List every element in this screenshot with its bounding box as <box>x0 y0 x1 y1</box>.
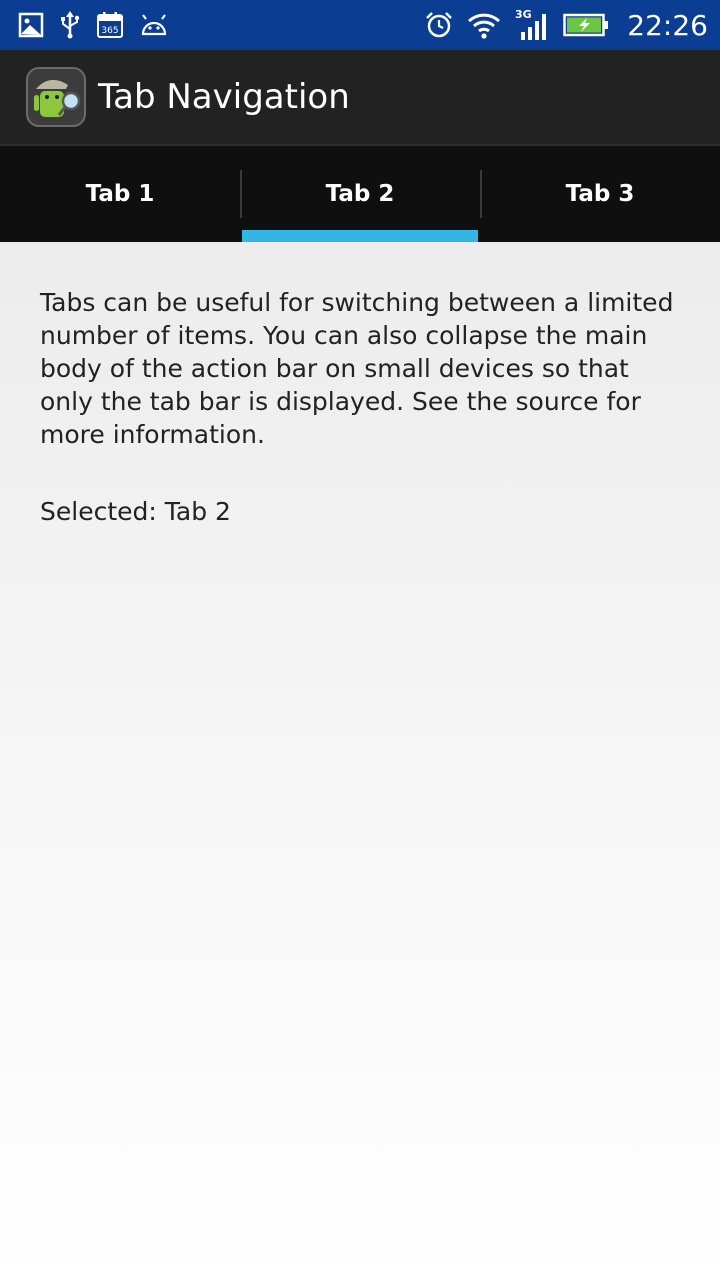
page-title: Tab Navigation <box>98 77 350 117</box>
tab-3[interactable]: Tab 3 <box>480 146 720 242</box>
status-left-icons: 365 <box>18 11 168 39</box>
image-icon <box>18 12 44 38</box>
status-clock: 22:26 <box>627 8 708 42</box>
tab-indicator <box>242 230 478 242</box>
svg-text:365: 365 <box>101 26 118 36</box>
tab-label: Tab 2 <box>325 181 395 207</box>
alarm-icon <box>425 11 453 39</box>
tab-bar: Tab 1 Tab 2 Tab 3 <box>0 146 720 242</box>
android-detective-icon[interactable] <box>26 67 86 127</box>
tab-2[interactable]: Tab 2 <box>240 146 480 242</box>
calendar-365-icon: 365 <box>96 11 124 39</box>
tab-label: Tab 3 <box>565 181 635 207</box>
signal-icon: 3G <box>515 8 549 42</box>
status-right-icons: 3G 22:26 <box>425 8 708 42</box>
status-bar: 365 3G 22:26 <box>0 0 720 50</box>
content-area: Tabs can be useful for switching between… <box>0 242 720 1280</box>
svg-text:3G: 3G <box>515 8 532 21</box>
description-text: Tabs can be useful for switching between… <box>40 288 674 449</box>
android-icon <box>140 14 168 36</box>
tab-label: Tab 1 <box>85 181 155 207</box>
action-bar: Tab Navigation <box>0 50 720 146</box>
tab-1[interactable]: Tab 1 <box>0 146 240 242</box>
selected-tab-text: Selected: Tab 2 <box>40 497 231 526</box>
usb-icon <box>60 11 80 39</box>
battery-charging-icon <box>563 13 609 37</box>
wifi-icon <box>467 11 501 39</box>
